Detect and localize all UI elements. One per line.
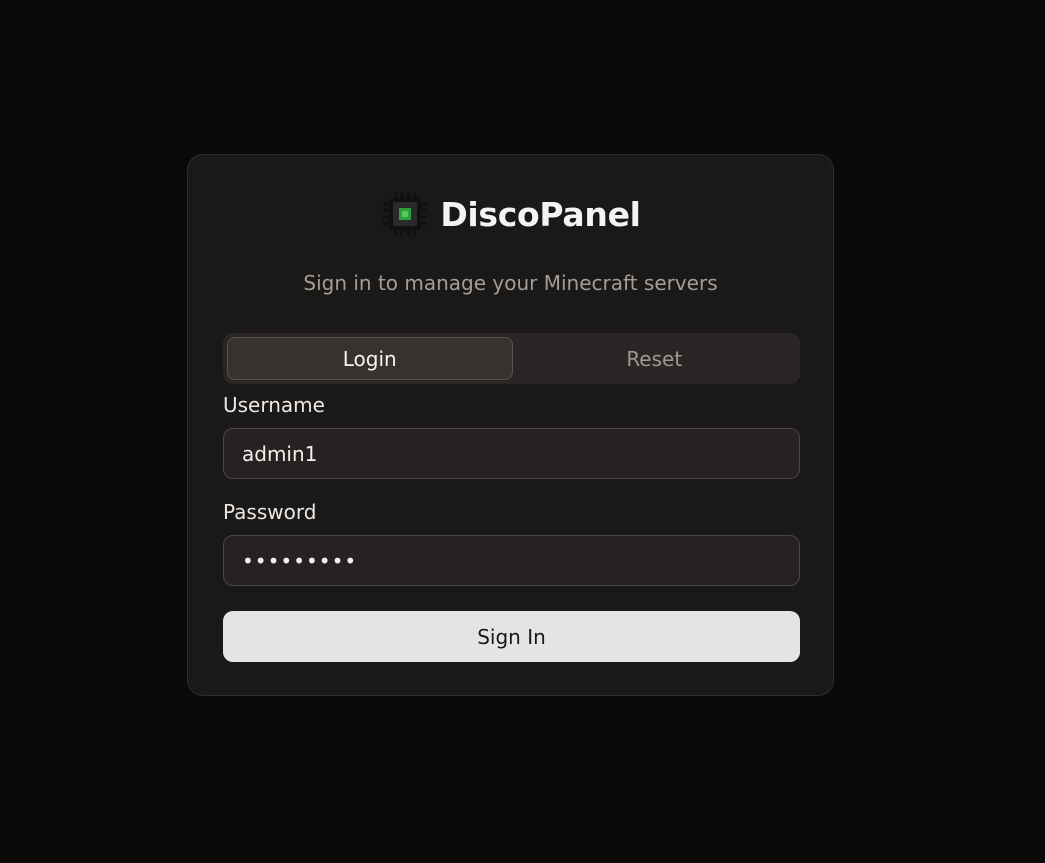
username-field[interactable]: admin1 bbox=[223, 428, 800, 479]
auth-tabs: Login Reset bbox=[223, 333, 800, 384]
login-card: DiscoPanel Sign in to manage your Minecr… bbox=[187, 154, 834, 696]
username-label: Username bbox=[223, 393, 325, 417]
tab-reset[interactable]: Reset bbox=[513, 337, 797, 380]
password-field[interactable]: ••••••••• bbox=[223, 535, 800, 586]
login-subtitle: Sign in to manage your Minecraft servers bbox=[303, 271, 718, 295]
brand-header: DiscoPanel bbox=[188, 189, 833, 239]
app-title: DiscoPanel bbox=[440, 194, 641, 234]
tab-login[interactable]: Login bbox=[227, 337, 513, 380]
chip-icon bbox=[383, 192, 428, 236]
sign-in-button[interactable]: Sign In bbox=[223, 611, 800, 662]
password-label: Password bbox=[223, 500, 317, 524]
